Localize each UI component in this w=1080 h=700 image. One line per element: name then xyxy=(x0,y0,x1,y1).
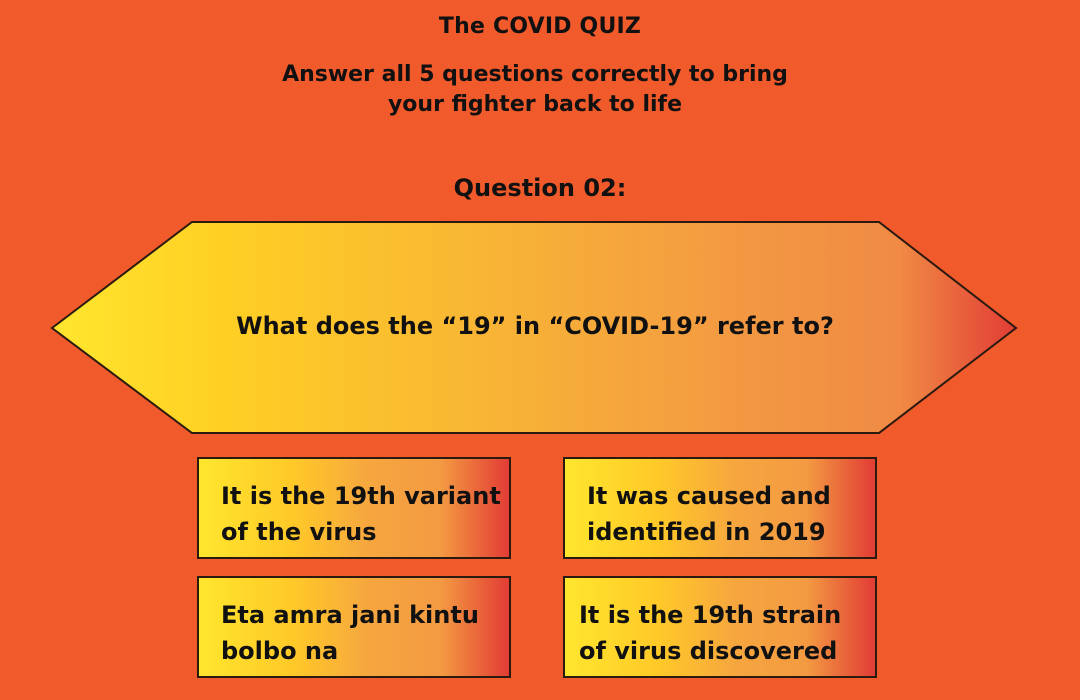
answer-option-label: It is the 19th variant of the virus xyxy=(221,482,501,546)
answer-option-b[interactable]: It was caused and identified in 2019 xyxy=(563,457,877,559)
answer-option-a[interactable]: It is the 19th variant of the virus xyxy=(197,457,511,559)
answer-option-label: It is the 19th strain of virus discovere… xyxy=(579,601,842,665)
answer-option-label: Eta amra jani kintu bolbo na xyxy=(221,601,479,665)
question-banner xyxy=(50,221,1018,434)
answer-option-d[interactable]: It is the 19th strain of virus discovere… xyxy=(563,576,877,678)
answer-option-label: It was caused and identified in 2019 xyxy=(587,482,831,546)
answer-option-c[interactable]: Eta amra jani kintu bolbo na xyxy=(197,576,511,678)
question-text: What does the “19” in “COVID-19” refer t… xyxy=(236,312,834,340)
